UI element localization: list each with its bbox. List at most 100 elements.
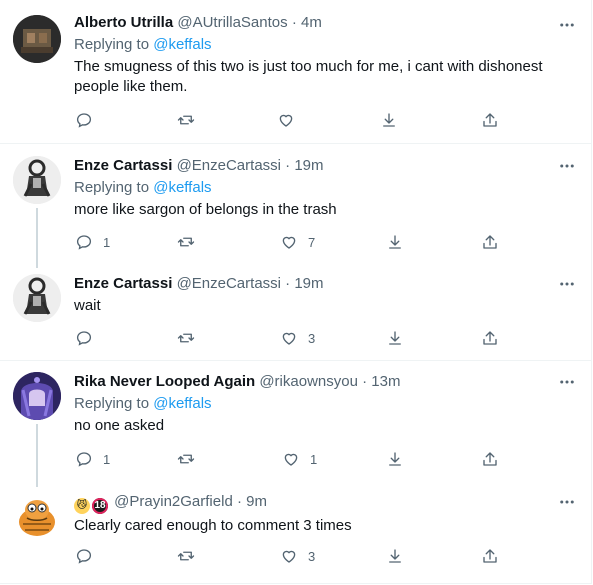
like-button[interactable]: 3 <box>280 328 315 348</box>
reply-button[interactable]: 1 <box>75 449 110 469</box>
user-handle[interactable]: @EnzeCartassi <box>177 157 281 174</box>
avatar-image <box>13 274 61 322</box>
tweet-actions: 1 1 <box>74 449 504 469</box>
retweet-icon <box>177 115 195 125</box>
tweet-enze-2[interactable]: Enze Cartassi @EnzeCartassi · 19m wait 3 <box>0 264 592 361</box>
tweet-text: The smugness of this two is just too muc… <box>74 57 575 97</box>
like-icon <box>282 550 296 563</box>
user-handle[interactable]: @EnzeCartassi <box>177 275 281 292</box>
avatar[interactable] <box>13 156 61 204</box>
like-count: 7 <box>308 234 316 250</box>
tweet-prayin2garfield[interactable]: 😼 18 @Prayin2Garfield · 9m Clearly cared … <box>0 483 592 584</box>
reply-icon <box>76 452 92 467</box>
share-button[interactable] <box>481 110 499 130</box>
user-handle[interactable]: @AUtrillaSantos <box>177 14 287 31</box>
user-handle[interactable]: @rikaownsyou <box>259 373 358 390</box>
share-button[interactable] <box>481 449 499 469</box>
like-button[interactable]: 1 <box>282 449 317 469</box>
display-name[interactable]: Alberto Utrilla <box>74 14 173 31</box>
retweet-icon <box>177 237 195 247</box>
thread-line <box>36 424 38 487</box>
like-button[interactable]: 7 <box>280 232 315 252</box>
tweet-alberto[interactable]: Alberto Utrilla @AUtrillaSantos · 4m Rep… <box>0 0 592 144</box>
avatar[interactable] <box>13 492 61 540</box>
tweet-actions <box>74 110 504 130</box>
reply-count: 1 <box>103 451 111 467</box>
reply-icon <box>76 549 92 564</box>
bookmark-icon <box>389 452 401 466</box>
timestamp[interactable]: 19m <box>294 275 323 292</box>
retweet-icon <box>177 454 195 464</box>
reply-button[interactable] <box>75 546 103 566</box>
tweet-rika[interactable]: Rika Never Looped Again @rikaownsyou · 1… <box>0 361 592 487</box>
user-handle[interactable]: @Prayin2Garfield <box>114 493 233 510</box>
share-icon <box>483 113 497 127</box>
retweet-button[interactable] <box>177 232 205 252</box>
reply-button[interactable]: 1 <box>75 232 110 252</box>
more-horizontal-icon[interactable] <box>557 15 577 35</box>
bookmark-button[interactable] <box>386 449 404 469</box>
tweet-actions: 3 <box>74 328 504 348</box>
separator-dot: · <box>285 157 291 174</box>
like-button[interactable]: 3 <box>280 546 315 566</box>
tweet-text: wait <box>74 297 101 314</box>
mention-link[interactable]: @keffals <box>153 36 211 53</box>
tweet-text: more like sargon of belongs in the trash <box>74 201 337 218</box>
tweet-actions: 3 <box>74 546 504 566</box>
timestamp[interactable]: 9m <box>246 493 267 510</box>
reply-feed: Alberto Utrilla @AUtrillaSantos · 4m Rep… <box>0 0 593 585</box>
tweet-text: Clearly cared enough to comment 3 times <box>74 517 352 534</box>
reply-button[interactable] <box>75 328 103 348</box>
age-18-emoji-icon: 18 <box>92 498 108 514</box>
avatar[interactable] <box>13 15 61 63</box>
display-name[interactable]: Enze Cartassi <box>74 157 172 174</box>
replying-to: Replying to @keffals <box>74 35 575 55</box>
share-button[interactable] <box>481 328 499 348</box>
bookmark-button[interactable] <box>386 328 404 348</box>
like-count: 3 <box>308 330 316 346</box>
share-button[interactable] <box>481 232 499 252</box>
tweet-text-line: The smugness of this two is just too muc… <box>74 58 543 75</box>
display-name[interactable]: 😼 18 <box>74 493 114 514</box>
retweet-icon <box>177 551 195 561</box>
avatar-image <box>13 372 61 420</box>
tweet-enze-1[interactable]: Enze Cartassi @EnzeCartassi · 19m Replyi… <box>0 144 592 268</box>
tweet-header: Rika Never Looped Again @rikaownsyou · 1… <box>74 372 575 392</box>
like-icon <box>279 114 293 127</box>
replying-to-prefix: Replying to <box>74 179 150 196</box>
bookmark-button[interactable] <box>386 232 404 252</box>
mention-link[interactable]: @keffals <box>153 395 211 412</box>
bookmark-icon <box>383 113 395 127</box>
display-name[interactable]: Rika Never Looped Again <box>74 373 255 390</box>
more-horizontal-icon[interactable] <box>557 156 577 176</box>
bookmark-icon <box>389 549 401 563</box>
more-horizontal-icon[interactable] <box>557 274 577 294</box>
replying-to-prefix: Replying to <box>74 36 150 53</box>
separator-dot: · <box>236 493 242 510</box>
retweet-button[interactable] <box>177 449 205 469</box>
like-count: 3 <box>308 548 316 564</box>
tweet-header: 😼 18 @Prayin2Garfield · 9m <box>74 492 575 514</box>
avatar[interactable] <box>13 372 61 420</box>
more-horizontal-icon[interactable] <box>557 492 577 512</box>
timestamp[interactable]: 4m <box>301 14 322 31</box>
bookmark-button[interactable] <box>386 546 404 566</box>
avatar[interactable] <box>13 274 61 322</box>
retweet-button[interactable] <box>177 110 205 130</box>
retweet-button[interactable] <box>177 328 205 348</box>
replying-to: Replying to @keffals <box>74 394 575 414</box>
like-icon <box>284 453 298 466</box>
timestamp[interactable]: 19m <box>294 157 323 174</box>
reply-icon <box>76 235 92 250</box>
reply-button[interactable] <box>75 110 103 130</box>
timestamp[interactable]: 13m <box>371 373 400 390</box>
share-button[interactable] <box>481 546 499 566</box>
mention-link[interactable]: @keffals <box>153 179 211 196</box>
like-button[interactable] <box>277 110 305 130</box>
bookmark-icon <box>389 331 401 345</box>
retweet-button[interactable] <box>177 546 205 566</box>
more-horizontal-icon[interactable] <box>557 372 577 392</box>
share-icon <box>483 452 497 466</box>
bookmark-button[interactable] <box>380 110 398 130</box>
display-name[interactable]: Enze Cartassi <box>74 275 172 292</box>
